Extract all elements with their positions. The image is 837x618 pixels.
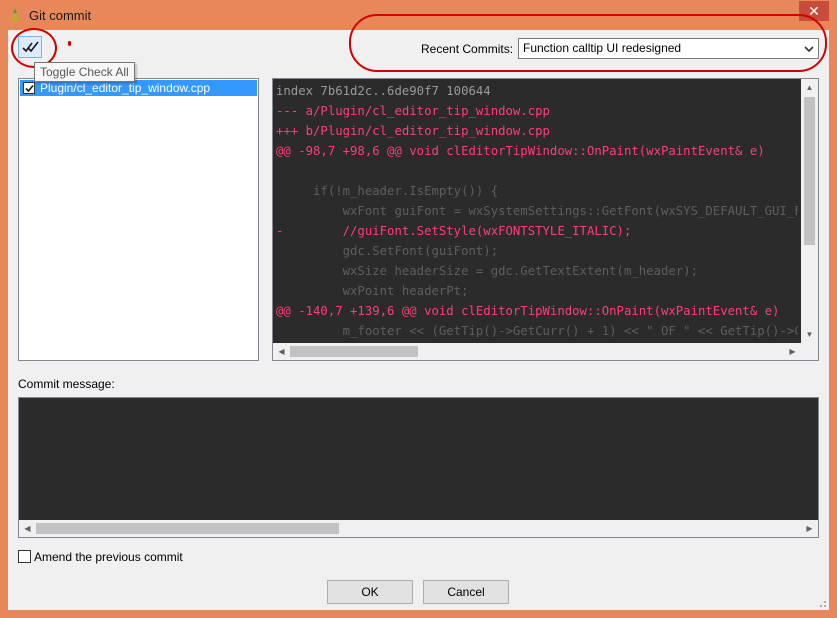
double-check-icon bbox=[22, 41, 39, 53]
window-title: Git commit bbox=[29, 8, 92, 23]
amend-label: Amend the previous commit bbox=[34, 550, 183, 564]
file-name: Plugin/cl_editor_tip_window.cpp bbox=[40, 81, 211, 95]
git-pineapple-icon bbox=[11, 8, 19, 23]
diff-line: - //guiFont.SetStyle(wxFONTSTYLE_ITALIC)… bbox=[276, 224, 632, 238]
diff-vertical-scrollbar[interactable]: ▲ ▼ bbox=[801, 79, 818, 343]
close-button[interactable]: ✕ bbox=[799, 1, 829, 21]
diff-horizontal-scrollbar[interactable]: ◀ ▶ bbox=[273, 343, 801, 360]
commit-horizontal-scrollbar[interactable]: ◀ ▶ bbox=[19, 520, 818, 537]
dialog-body: Toggle Check All Recent Commits: Functio… bbox=[8, 14, 829, 610]
diff-line: index 7b61d2c..6de90f7 100644 bbox=[276, 84, 491, 98]
scroll-left-arrow[interactable]: ◀ bbox=[273, 343, 290, 360]
annotation-mark bbox=[68, 41, 71, 46]
scrollbar-thumb[interactable] bbox=[290, 346, 418, 357]
diff-line: m_footer << (GetTip()->GetCurr() + 1) <<… bbox=[276, 324, 798, 338]
diff-line: wxFont guiFont = wxSystemSettings::GetFo… bbox=[276, 204, 798, 218]
diff-line: +++ b/Plugin/cl_editor_tip_window.cpp bbox=[276, 124, 550, 138]
title-bar: Git commit ✕ bbox=[0, 0, 837, 30]
diff-line: gdc.SetFont(guiFont); bbox=[276, 244, 499, 258]
scroll-right-arrow[interactable]: ▶ bbox=[784, 343, 801, 360]
toggle-check-all-button[interactable] bbox=[18, 36, 42, 58]
diff-line: wxPoint headerPt; bbox=[276, 284, 469, 298]
scroll-left-arrow[interactable]: ◀ bbox=[19, 520, 36, 537]
diff-line: @@ -98,7 +98,6 @@ void clEditorTipWindow… bbox=[276, 144, 765, 158]
scrollbar-thumb[interactable] bbox=[36, 523, 339, 534]
diff-line: wxSize headerSize = gdc.GetTextExtent(m_… bbox=[276, 264, 698, 278]
recent-commits-dropdown[interactable]: Function calltip UI redesigned bbox=[518, 38, 819, 59]
scroll-right-arrow[interactable]: ▶ bbox=[801, 520, 818, 537]
diff-viewer[interactable]: index 7b61d2c..6de90f7 100644 --- a/Plugi… bbox=[272, 78, 819, 361]
diff-line: --- a/Plugin/cl_editor_tip_window.cpp bbox=[276, 104, 550, 118]
changed-files-list[interactable]: Plugin/cl_editor_tip_window.cpp bbox=[18, 78, 259, 361]
toggle-check-all-tooltip: Toggle Check All bbox=[34, 62, 135, 82]
ok-button[interactable]: OK bbox=[327, 580, 413, 604]
diff-line: if(!m_header.IsEmpty()) { bbox=[276, 184, 499, 198]
recent-commits-selected: Function calltip UI redesigned bbox=[523, 41, 682, 55]
diff-text: index 7b61d2c..6de90f7 100644 --- a/Plugi… bbox=[276, 81, 798, 343]
diff-line: @@ -140,7 +139,6 @@ void clEditorTipWind… bbox=[276, 304, 780, 318]
file-list-item[interactable]: Plugin/cl_editor_tip_window.cpp bbox=[20, 80, 257, 96]
cancel-button[interactable]: Cancel bbox=[423, 580, 509, 604]
scrollbar-corner bbox=[801, 343, 818, 360]
amend-checkbox[interactable] bbox=[18, 550, 31, 563]
chevron-down-icon bbox=[804, 46, 814, 53]
file-checkbox[interactable] bbox=[23, 82, 35, 94]
recent-commits-label: Recent Commits: bbox=[421, 42, 514, 56]
scrollbar-thumb[interactable] bbox=[804, 97, 815, 245]
commit-message-label: Commit message: bbox=[18, 377, 115, 391]
scroll-up-arrow[interactable]: ▲ bbox=[801, 79, 818, 96]
checkmark-icon bbox=[25, 84, 34, 93]
resize-grip-icon[interactable] bbox=[817, 598, 827, 608]
scroll-down-arrow[interactable]: ▼ bbox=[801, 326, 818, 343]
diff-line bbox=[276, 161, 798, 181]
commit-message-input[interactable]: ◀ ▶ bbox=[18, 397, 819, 538]
